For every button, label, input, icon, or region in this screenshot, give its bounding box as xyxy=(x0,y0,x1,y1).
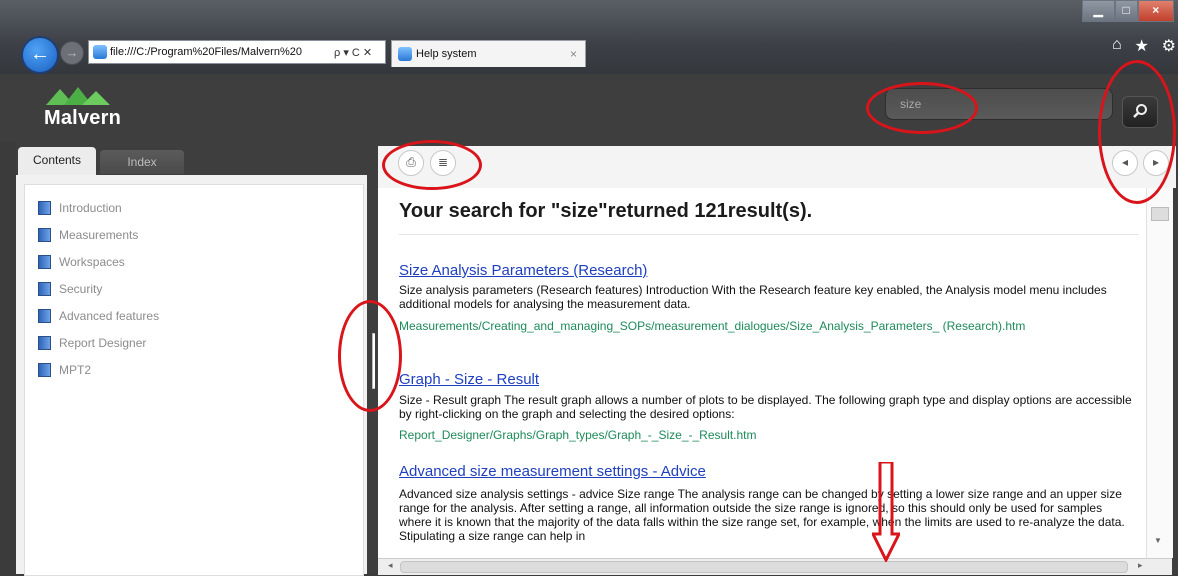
minimize-button[interactable]: ▁ xyxy=(1082,0,1115,22)
toc-item-label: Security xyxy=(59,282,103,296)
toc-item-mpt2[interactable]: MPT2 xyxy=(38,362,91,378)
toc-item-report-designer[interactable]: Report Designer xyxy=(38,335,146,351)
book-icon xyxy=(38,201,51,215)
window-controls: ▁ □ × xyxy=(1082,0,1174,24)
horizontal-scroll-thumb[interactable] xyxy=(400,561,1128,573)
toc-item-label: Advanced features xyxy=(59,309,160,323)
topic-toolbar xyxy=(378,146,1176,188)
toc-item-workspaces[interactable]: Workspaces xyxy=(38,254,125,270)
tab-index[interactable]: Index xyxy=(100,150,184,174)
book-icon xyxy=(38,336,51,350)
close-icon: × xyxy=(1152,3,1160,17)
annotation-arrow-down-icon xyxy=(872,462,900,562)
browser-tab-help-system[interactable]: Help system × xyxy=(391,40,586,67)
back-button[interactable]: ← xyxy=(21,36,59,74)
book-icon xyxy=(38,309,51,323)
back-arrow-icon: ← xyxy=(30,43,50,65)
annotation-circle-splitter xyxy=(338,300,402,412)
result-path: Measurements/Creating_and_managing_SOPs/… xyxy=(399,319,1026,333)
result-path: Report_Designer/Graphs/Graph_types/Graph… xyxy=(399,428,757,442)
favorites-star-icon[interactable]: ★ xyxy=(1134,36,1148,58)
address-text: file:///C:/Program%20Files/Malvern%20 xyxy=(110,46,302,58)
toc-item-advanced-features[interactable]: Advanced features xyxy=(38,308,159,324)
result-description: Size - Result graph The result graph all… xyxy=(399,393,1132,421)
result-description: Advanced size analysis settings - advice… xyxy=(399,487,1125,543)
scroll-left-icon[interactable]: ◂ xyxy=(388,560,393,571)
toc-item-label: Measurements xyxy=(59,228,139,242)
maximize-icon: □ xyxy=(1122,3,1130,17)
book-icon xyxy=(38,255,51,269)
toc-item-measurements[interactable]: Measurements xyxy=(38,227,138,243)
toc-item-security[interactable]: Security xyxy=(38,281,102,297)
browser-toolbar-icons: ⌂ ★ ⚙ xyxy=(1112,36,1176,58)
forward-arrow-icon: → xyxy=(65,45,79,60)
annotation-circle-search-nav xyxy=(1098,60,1176,204)
toc-item-label: Workspaces xyxy=(59,255,125,269)
toc-item-label: Introduction xyxy=(59,201,122,215)
result-link[interactable]: Graph - Size - Result xyxy=(399,371,539,388)
gear-icon[interactable]: ⚙ xyxy=(1162,36,1176,58)
annotation-circle-search xyxy=(866,82,978,134)
heading-divider xyxy=(399,234,1139,235)
page-icon xyxy=(398,47,412,61)
results-heading: Your search for "size"returned 121result… xyxy=(399,200,813,222)
scroll-right-icon[interactable]: ▸ xyxy=(1138,560,1143,571)
tab-title: Help system xyxy=(416,48,477,60)
home-icon[interactable]: ⌂ xyxy=(1112,36,1122,58)
malvern-logo-icon xyxy=(46,87,110,105)
toc-item-introduction[interactable]: Introduction xyxy=(38,200,122,216)
annotation-circle-toolbar xyxy=(382,140,482,190)
toc-item-label: Report Designer xyxy=(59,336,147,350)
maximize-button[interactable]: □ xyxy=(1114,0,1138,22)
malvern-logo-text: Malvern xyxy=(44,107,121,129)
tab-contents[interactable]: Contents xyxy=(18,147,96,175)
minimize-icon: ▁ xyxy=(1093,3,1103,17)
address-bar[interactable]: file:///C:/Program%20Files/Malvern%20 ρ … xyxy=(88,40,386,64)
book-icon xyxy=(38,228,51,242)
close-window-button[interactable]: × xyxy=(1137,0,1174,22)
result-link[interactable]: Size Analysis Parameters (Research) xyxy=(399,262,647,279)
forward-button[interactable]: → xyxy=(60,41,84,65)
vertical-scroll-thumb[interactable] xyxy=(1151,207,1169,221)
result-link[interactable]: Advanced size measurement settings - Adv… xyxy=(399,463,706,480)
book-icon xyxy=(38,363,51,377)
toc-item-label: MPT2 xyxy=(59,363,92,377)
page-icon xyxy=(93,45,107,59)
address-actions[interactable]: ρ ▾ C ✕ xyxy=(334,46,372,59)
vertical-scrollbar[interactable] xyxy=(1146,188,1173,558)
scroll-down-icon[interactable]: ▼ xyxy=(1154,536,1162,545)
result-description: Size analysis parameters (Research featu… xyxy=(399,283,1107,311)
tab-close-icon[interactable]: × xyxy=(570,47,577,61)
book-icon xyxy=(38,282,51,296)
